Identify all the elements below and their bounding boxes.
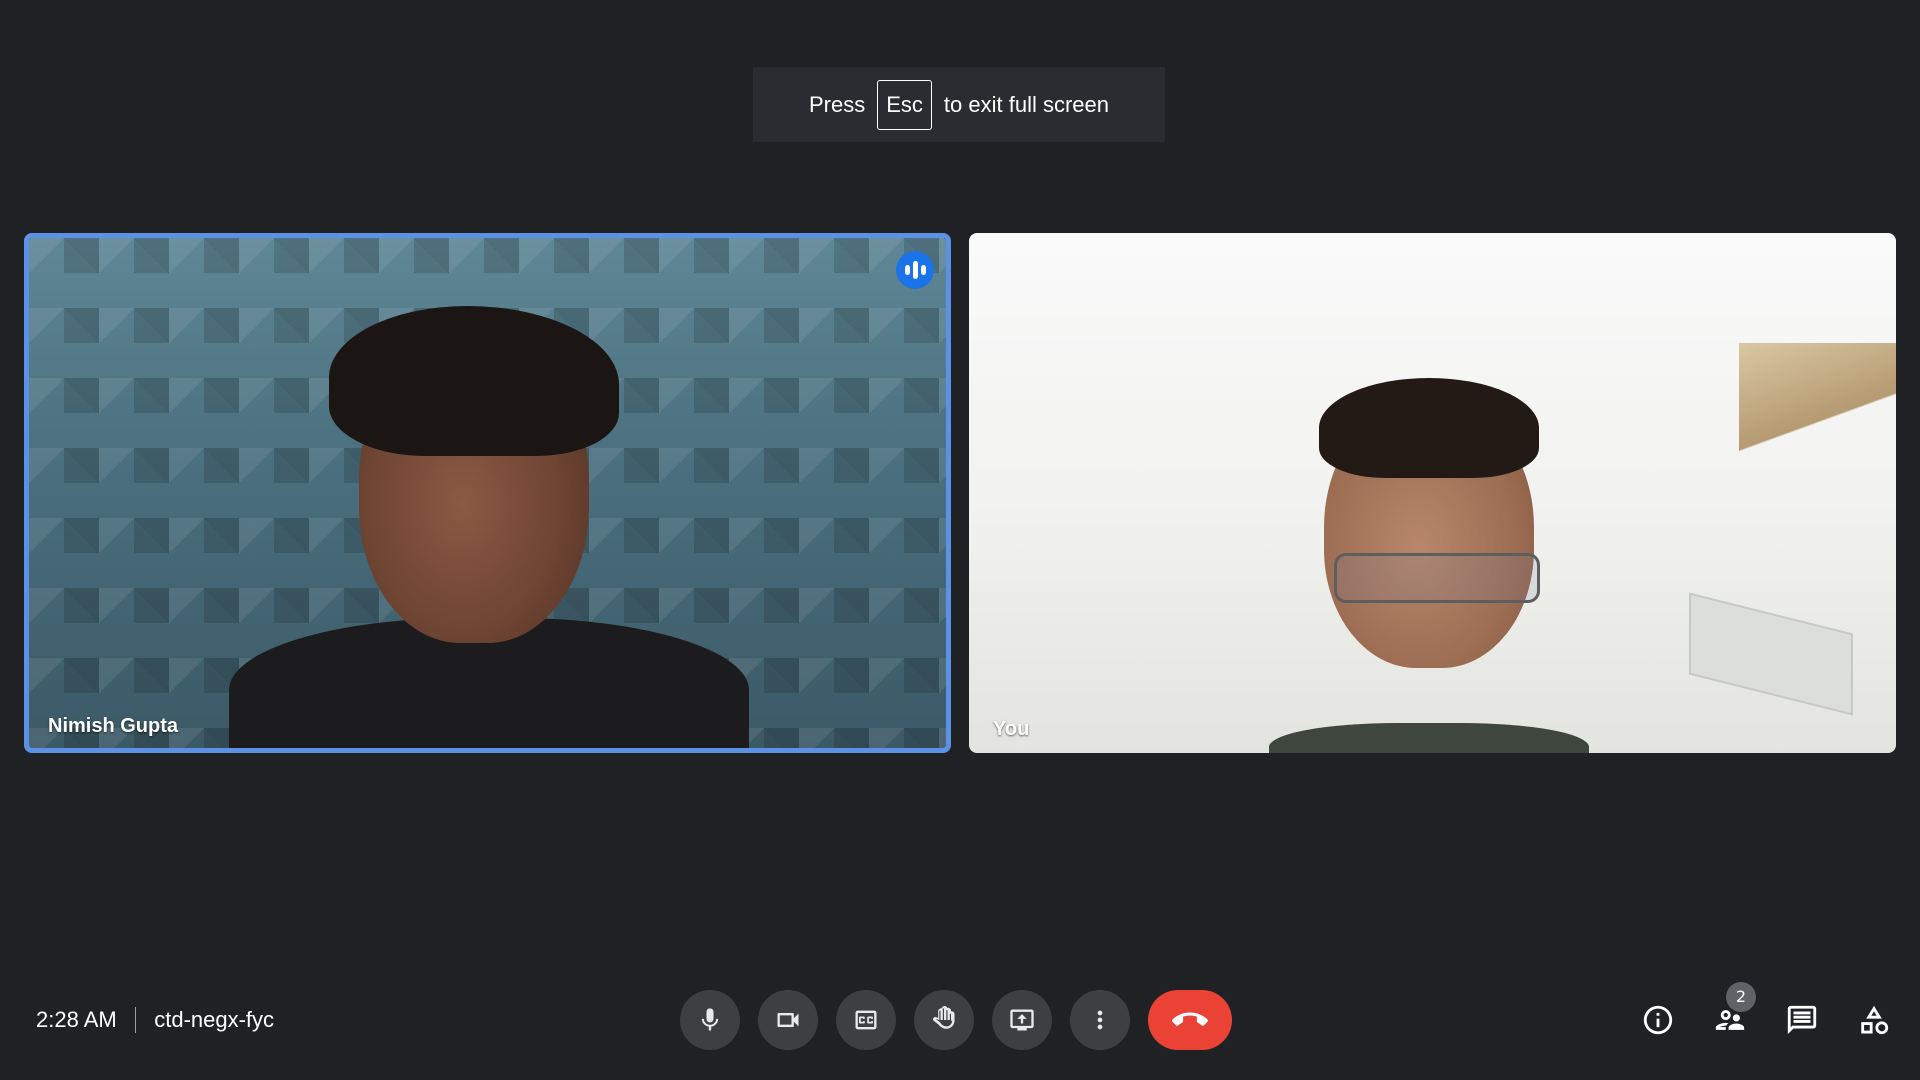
background-plate bbox=[1689, 592, 1853, 716]
videocam-icon bbox=[777, 1013, 799, 1027]
info-icon bbox=[1643, 1005, 1673, 1035]
mic-icon bbox=[701, 1008, 719, 1031]
toast-text-after: to exit full screen bbox=[943, 91, 1109, 117]
participant-tile-you[interactable]: You bbox=[969, 233, 1896, 753]
activities-icon bbox=[1861, 1005, 1889, 1035]
more-vert-icon bbox=[1097, 1010, 1103, 1030]
raise-hand-button[interactable] bbox=[914, 990, 974, 1050]
meeting-details: 2:28 AM ctd-negx-fyc bbox=[36, 1000, 274, 1040]
background-shelf bbox=[1739, 343, 1896, 463]
people-button[interactable]: 2 bbox=[1706, 982, 1756, 1050]
toast-text-before: Press bbox=[808, 91, 866, 117]
meeting-time: 2:28 AM bbox=[36, 1007, 117, 1032]
activities-button[interactable] bbox=[1850, 990, 1898, 1050]
participant-name: You bbox=[993, 718, 1030, 740]
microphone-button[interactable] bbox=[680, 990, 740, 1050]
participant-count-badge: 2 bbox=[1726, 982, 1756, 1012]
call-controls bbox=[680, 990, 1232, 1050]
meet-window: Press Esc to exit full screen Nimish Gup… bbox=[0, 0, 1920, 1080]
present-button[interactable] bbox=[992, 990, 1052, 1050]
participant-name: Nimish Gupta bbox=[48, 715, 179, 737]
more-options-button[interactable] bbox=[1070, 990, 1130, 1050]
fullscreen-toast: Press Esc to exit full screen bbox=[753, 67, 1165, 142]
call-end-icon bbox=[1172, 1012, 1208, 1026]
meeting-code: ctd-negx-fyc bbox=[154, 1007, 275, 1032]
present-screen-icon bbox=[1010, 1009, 1034, 1031]
esc-key: Esc bbox=[877, 79, 932, 130]
leave-call-button[interactable] bbox=[1148, 990, 1232, 1050]
captions-button[interactable] bbox=[836, 990, 896, 1050]
participant-hair bbox=[1319, 378, 1539, 478]
participant-hair bbox=[329, 306, 619, 456]
participant-body bbox=[1269, 723, 1589, 753]
chat-button[interactable] bbox=[1778, 990, 1826, 1050]
participant-glasses bbox=[1334, 553, 1540, 603]
chat-icon bbox=[1787, 1005, 1817, 1035]
participant-tile-nimish[interactable]: Nimish Gupta bbox=[24, 233, 951, 753]
meeting-details-button[interactable] bbox=[1634, 990, 1682, 1050]
hand-icon bbox=[933, 1006, 955, 1029]
camera-button[interactable] bbox=[758, 990, 818, 1050]
closed-caption-icon bbox=[855, 1010, 877, 1030]
speaking-indicator-icon bbox=[896, 251, 934, 289]
divider bbox=[134, 1007, 137, 1033]
meeting-side-controls: 2 bbox=[1634, 982, 1898, 1050]
participant-video bbox=[29, 238, 946, 748]
